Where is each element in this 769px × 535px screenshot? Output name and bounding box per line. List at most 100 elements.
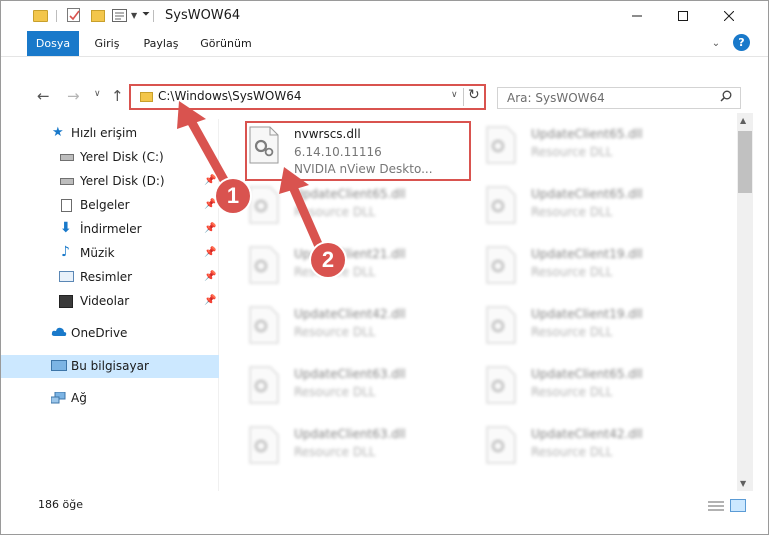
sidebar-item-quick-access[interactable]: ★ Hızlı erişim — [1, 122, 219, 145]
sidebar-item-local-disk-c[interactable]: Yerel Disk (C:) — [1, 146, 219, 169]
dll-file-icon — [248, 186, 280, 224]
pin-icon[interactable]: 📌 — [204, 247, 216, 258]
file-name: UpdateClient19.dll — [531, 247, 643, 261]
folder-icon — [140, 92, 153, 102]
dll-file-icon — [485, 186, 517, 224]
file-item[interactable]: UpdateClient19.dll Resource DLL — [485, 243, 715, 303]
dll-file-icon — [248, 246, 280, 284]
file-type: Resource DLL — [531, 445, 613, 459]
step-badge-2: 2 — [311, 243, 345, 277]
file-item[interactable]: UpdateClient63.dll Resource DLL — [248, 423, 478, 483]
title-bar: ▼ ⏷ SysWOW64 — [1, 1, 768, 31]
file-item[interactable]: UpdateClient42.dll Resource DLL — [248, 303, 478, 363]
dll-file-icon — [248, 366, 280, 404]
sidebar-item-videos[interactable]: Videolar 📌 — [1, 290, 219, 313]
forward-arrow-icon[interactable]: → — [67, 87, 80, 105]
file-item[interactable]: UpdateClient21.dll Resource DLL — [248, 243, 478, 303]
pin-icon[interactable]: 📌 — [204, 271, 216, 282]
help-button[interactable]: ? — [733, 34, 750, 51]
toolbar-separator — [153, 10, 154, 22]
file-type: Resource DLL — [294, 325, 376, 339]
sidebar-item-this-pc[interactable]: Bu bilgisayar — [1, 355, 219, 378]
chevron-down-icon[interactable]: ∨ — [451, 90, 458, 100]
pictures-icon — [59, 271, 74, 282]
highlight-box — [245, 121, 471, 181]
refresh-icon[interactable]: ↻ — [468, 87, 480, 103]
pin-icon[interactable]: 📌 — [204, 223, 216, 234]
minimize-button[interactable] — [614, 1, 660, 31]
file-type: Resource DLL — [531, 205, 613, 219]
expand-ribbon-icon[interactable]: ⌄ — [707, 31, 725, 56]
dll-file-icon — [485, 426, 517, 464]
ribbon-tabs: Dosya Giriş Paylaş Görünüm ⌄ ? — [1, 31, 768, 56]
file-item[interactable]: UpdateClient65.dll Resource DLL — [485, 123, 715, 183]
window-title: SysWOW64 — [165, 8, 241, 23]
maximize-button[interactable] — [660, 1, 706, 31]
file-item[interactable]: UpdateClient65.dll Resource DLL — [485, 363, 715, 423]
file-name: UpdateClient65.dll — [531, 367, 643, 381]
step-badge-1: 1 — [216, 179, 250, 213]
item-count: 186 öğe — [38, 498, 83, 511]
customize-toolbar-icon[interactable]: ⏷ — [142, 9, 150, 25]
file-item[interactable]: UpdateClient63.dll Resource DLL — [248, 363, 478, 423]
dll-file-icon — [485, 246, 517, 284]
pin-icon[interactable]: 📌 — [204, 295, 216, 306]
file-item[interactable]: UpdateClient65.dll Resource DLL — [248, 183, 478, 243]
navigation-pane: ★ Hızlı erişim Yerel Disk (C:) Yerel Dis… — [1, 119, 219, 491]
sidebar-item-pictures[interactable]: Resimler 📌 — [1, 266, 219, 289]
drive-icon — [60, 178, 74, 185]
details-view-icon[interactable] — [708, 500, 724, 512]
dll-file-icon — [485, 126, 517, 164]
file-name: UpdateClient42.dll — [294, 307, 406, 321]
ribbon-divider — [1, 56, 768, 57]
tab-file[interactable]: Dosya — [27, 31, 79, 56]
scroll-thumb[interactable] — [738, 131, 752, 193]
dll-file-icon — [485, 306, 517, 344]
tab-view[interactable]: Görünüm — [197, 31, 255, 56]
file-item[interactable]: UpdateClient65.dll Resource DLL — [485, 183, 715, 243]
dll-file-icon — [248, 426, 280, 464]
address-bar[interactable]: C:\Windows\SysWOW64 ∨ ↻ — [129, 84, 486, 110]
address-path[interactable]: C:\Windows\SysWOW64 — [158, 89, 302, 103]
file-name: UpdateClient65.dll — [531, 187, 643, 201]
tiles-view-icon[interactable] — [730, 499, 746, 512]
vertical-scrollbar[interactable]: ▲ ▼ — [737, 113, 753, 491]
star-icon: ★ — [52, 125, 64, 140]
file-name: UpdateClient42.dll — [531, 427, 643, 441]
dll-file-icon — [248, 306, 280, 344]
address-separator — [463, 88, 464, 106]
status-bar: 186 öğe — [1, 494, 768, 516]
music-icon: ♪ — [61, 244, 70, 260]
sidebar-item-local-disk-d[interactable]: Yerel Disk (D:) 📌 — [1, 170, 219, 193]
tab-share[interactable]: Paylaş — [139, 31, 183, 56]
file-name: UpdateClient65.dll — [294, 187, 406, 201]
scroll-up-icon[interactable]: ▲ — [740, 116, 746, 125]
file-item[interactable]: UpdateClient19.dll Resource DLL — [485, 303, 715, 363]
folder-icon — [33, 10, 48, 22]
pin-icon[interactable]: 📌 — [204, 199, 216, 210]
file-name: UpdateClient63.dll — [294, 427, 406, 441]
sidebar-item-onedrive[interactable]: OneDrive — [1, 322, 219, 345]
scroll-down-icon[interactable]: ▼ — [740, 479, 746, 488]
pin-icon[interactable]: 📌 — [204, 175, 216, 186]
recent-locations-icon[interactable]: ∨ — [94, 89, 101, 99]
tab-home[interactable]: Giriş — [86, 31, 128, 56]
search-icon[interactable] — [720, 90, 732, 106]
search-input[interactable]: Ara: SysWOW64 — [497, 87, 741, 109]
sidebar-item-downloads[interactable]: ⬇ İndirmeler 📌 — [1, 218, 219, 241]
file-item[interactable]: UpdateClient42.dll Resource DLL — [485, 423, 715, 483]
chevron-down-icon[interactable]: ▼ — [131, 11, 137, 27]
up-arrow-icon[interactable]: ↑ — [111, 87, 124, 105]
sidebar-item-documents[interactable]: Belgeler 📌 — [1, 194, 219, 217]
file-name: UpdateClient65.dll — [531, 127, 643, 141]
file-name: UpdateClient63.dll — [294, 367, 406, 381]
new-folder-icon[interactable] — [91, 10, 105, 22]
back-arrow-icon[interactable]: ← — [37, 87, 50, 105]
properties-check-icon[interactable] — [67, 8, 80, 22]
sidebar-item-network[interactable]: Ağ — [1, 387, 219, 410]
properties-icon[interactable] — [112, 9, 127, 22]
file-type: Resource DLL — [531, 325, 613, 339]
sidebar-item-music[interactable]: ♪ Müzik 📌 — [1, 242, 219, 265]
file-type: Resource DLL — [531, 145, 613, 159]
close-button[interactable] — [706, 1, 752, 31]
